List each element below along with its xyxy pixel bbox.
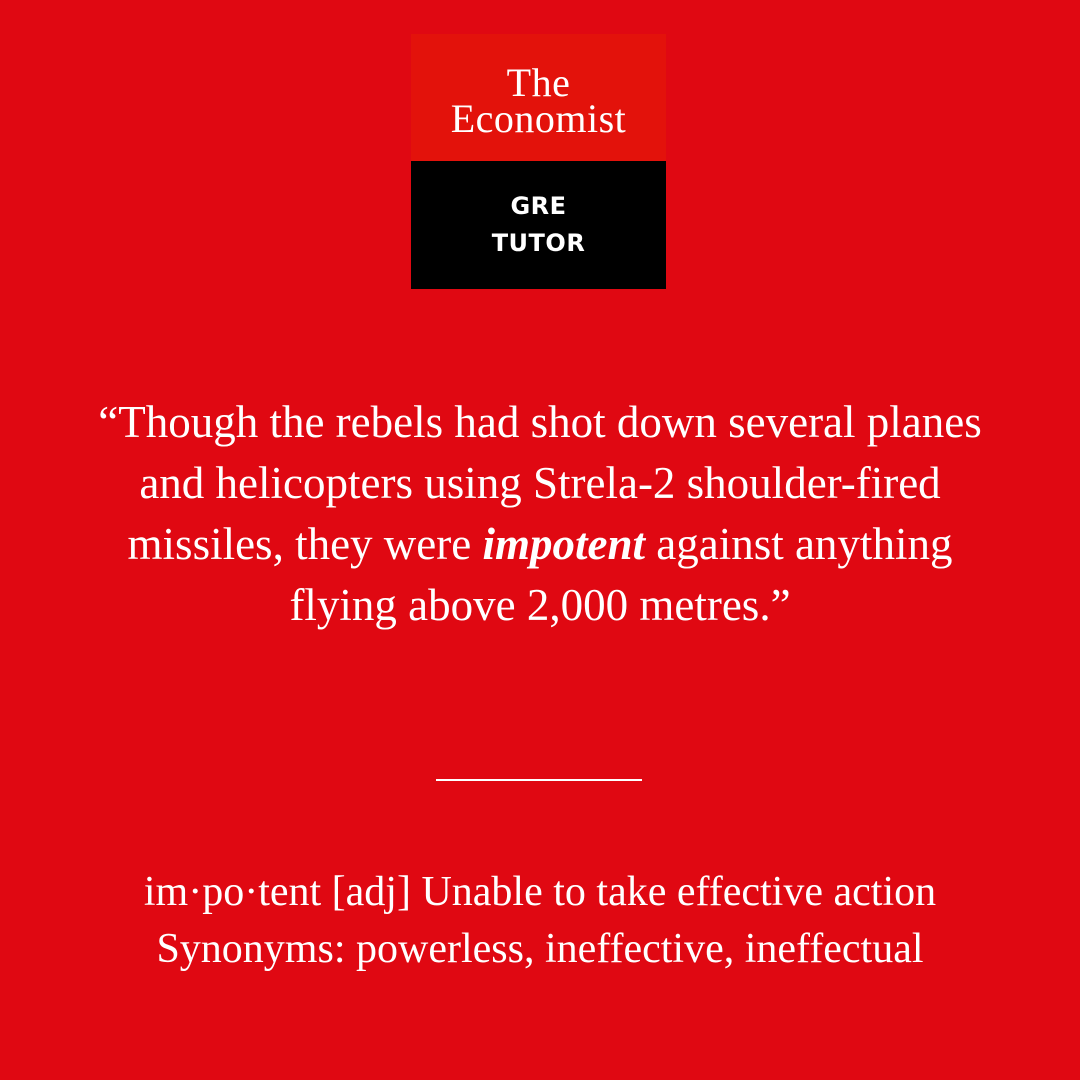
highlighted-word: impotent bbox=[482, 519, 645, 569]
definition-line: im·po·tent [adj] Unable to take effectiv… bbox=[143, 869, 937, 915]
divider-line bbox=[436, 779, 642, 781]
logo-title-line2: Economist bbox=[450, 95, 627, 141]
logo-subtitle-panel: GRE TUTOR bbox=[411, 161, 666, 289]
economist-gre-tutor-logo: The Economist GRE TUTOR bbox=[411, 34, 666, 289]
logo-wordmark-panel: The Economist bbox=[411, 34, 666, 161]
word-definition: im·po·tent [adj] Unable to take effectiv… bbox=[40, 864, 1040, 978]
logo-subtitle-line1: GRE bbox=[510, 192, 567, 220]
logo-subtitle-line2: TUTOR bbox=[491, 229, 586, 257]
example-quote: “Though the rebels had shot down several… bbox=[90, 392, 990, 636]
synonyms-line: Synonyms: powerless, ineffective, ineffe… bbox=[156, 926, 924, 972]
